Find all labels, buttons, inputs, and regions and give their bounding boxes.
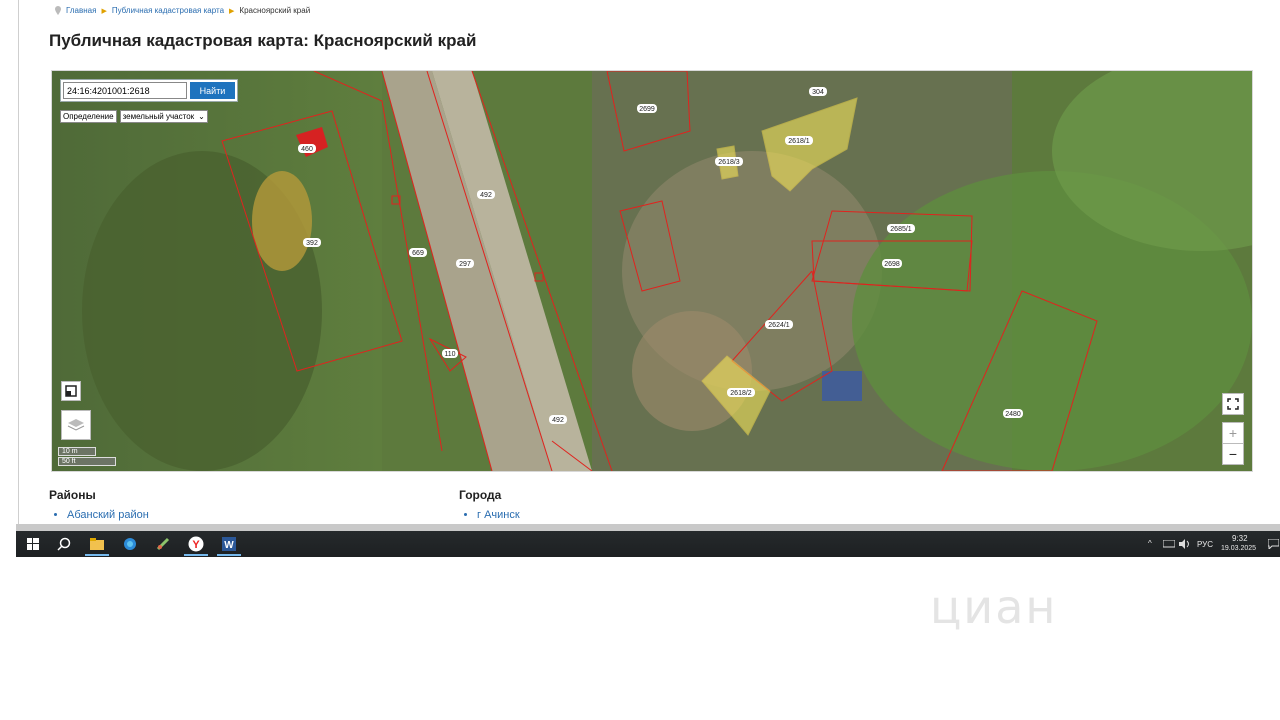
definition-label: Определение — [60, 110, 117, 123]
tray-chevron-up-icon[interactable]: ^ — [1148, 539, 1152, 548]
svg-text:2699: 2699 — [639, 106, 655, 113]
list-item[interactable]: г Ачинск — [477, 509, 520, 521]
edge-button[interactable] — [121, 535, 139, 553]
svg-text:492: 492 — [480, 192, 492, 199]
parcel-label[interactable]: 110 — [442, 349, 458, 358]
definition-value: земельный участок — [122, 112, 195, 121]
districts-heading: Районы — [49, 488, 96, 502]
svg-text:304: 304 — [812, 89, 824, 96]
parcel-label[interactable]: 2618/3 — [715, 157, 743, 166]
parcel-label[interactable]: 2699 — [637, 104, 657, 113]
parcel-label[interactable]: 492 — [549, 415, 567, 424]
yandex-browser-button[interactable]: Y — [187, 535, 205, 553]
volume-icon[interactable] — [1178, 539, 1192, 549]
clock-date[interactable]: 19.03.2025 — [1221, 545, 1256, 552]
districts-list: Абанский район — [49, 509, 149, 521]
windows-logo-icon — [27, 538, 39, 550]
word-button[interactable]: W — [220, 535, 238, 553]
definition-select[interactable]: земельный участок ⌄ — [119, 110, 208, 123]
scale-meters: 10 m — [58, 447, 96, 456]
parcel-label[interactable]: 2685/1 — [887, 224, 915, 233]
breadcrumb: Главная ▶ Публичная кадастровая карта ▶ … — [55, 6, 310, 15]
svg-text:Y: Y — [192, 539, 200, 551]
svg-text:110: 110 — [444, 351, 455, 358]
parcel-label[interactable]: 460 — [298, 144, 316, 153]
folder-icon — [90, 538, 104, 550]
breadcrumb-current: Красноярский край — [239, 6, 311, 15]
chevron-right-icon: ▶ — [229, 7, 235, 15]
svg-text:460: 460 — [301, 146, 313, 153]
page-container: Главная ▶ Публичная кадастровая карта ▶ … — [18, 0, 1280, 524]
scale-feet: 50 ft — [58, 457, 116, 466]
file-explorer-button[interactable] — [88, 535, 106, 553]
network-icon[interactable] — [1163, 540, 1175, 549]
parcel-label[interactable]: 2618/2 — [727, 388, 755, 397]
parcel-label[interactable]: 669 — [409, 248, 427, 257]
measure-tool-button[interactable] — [61, 381, 81, 401]
zoom-in-button[interactable]: + — [1222, 422, 1244, 444]
cities-list: г Ачинск — [459, 509, 520, 521]
paint-button[interactable] — [154, 535, 172, 553]
layers-icon — [67, 419, 85, 431]
parcel-label[interactable]: 492 — [477, 190, 495, 199]
parcel-label[interactable]: 297 — [456, 259, 474, 268]
clock-time[interactable]: 9:32 — [1232, 534, 1248, 543]
parcel-label[interactable]: 2624/1 — [765, 320, 793, 329]
map-canvas[interactable]: 2699 304 2618/1 2618/3 492 392 669 297 2… — [52, 71, 1252, 471]
notifications-icon[interactable] — [1268, 539, 1279, 549]
active-indicator — [217, 554, 241, 556]
svg-text:2685/1: 2685/1 — [890, 226, 912, 233]
chevron-down-icon: ⌄ — [198, 112, 205, 121]
map-scale: 10 m 50 ft — [58, 447, 116, 467]
watermark-logo: циан — [930, 580, 1058, 634]
search-icon — [57, 537, 71, 551]
parcel-label[interactable]: 392 — [303, 238, 321, 247]
parcel-label[interactable]: 304 — [809, 87, 827, 96]
active-indicator — [184, 554, 208, 556]
svg-text:W: W — [224, 540, 234, 551]
svg-text:2618/3: 2618/3 — [718, 159, 740, 166]
paint-icon — [156, 537, 170, 551]
svg-text:669: 669 — [412, 250, 424, 257]
ruler-icon — [65, 385, 77, 397]
svg-text:2480: 2480 — [1005, 411, 1021, 418]
svg-text:392: 392 — [306, 240, 318, 247]
fullscreen-button[interactable] — [1222, 393, 1244, 415]
breadcrumb-cadastral-map[interactable]: Публичная кадастровая карта — [112, 6, 224, 15]
parcel-label[interactable]: 2480 — [1003, 409, 1023, 418]
active-indicator — [85, 554, 109, 556]
svg-text:2624/1: 2624/1 — [768, 322, 790, 329]
cadastral-map[interactable]: 2699 304 2618/1 2618/3 492 392 669 297 2… — [51, 70, 1253, 472]
edge-icon — [124, 538, 136, 550]
fullscreen-icon — [1227, 398, 1239, 410]
svg-text:492: 492 — [552, 417, 564, 424]
yandex-icon: Y — [188, 536, 204, 552]
page-title: Публичная кадастровая карта: Красноярски… — [49, 31, 477, 50]
svg-text:2618/1: 2618/1 — [788, 138, 810, 145]
parcel-label[interactable]: 2618/1 — [785, 136, 813, 145]
list-item[interactable]: Абанский район — [67, 509, 149, 521]
breadcrumb-home[interactable]: Главная — [66, 6, 96, 15]
svg-text:2698: 2698 — [884, 261, 900, 268]
layers-button[interactable] — [61, 410, 91, 440]
start-button[interactable] — [24, 535, 42, 553]
zoom-out-button[interactable]: − — [1222, 443, 1244, 465]
cities-heading: Города — [459, 488, 502, 502]
windows-taskbar: Y W ^ РУС 9:32 19.03.2025 — [16, 531, 1280, 557]
cadastral-number-input[interactable] — [63, 82, 187, 99]
svg-text:297: 297 — [459, 261, 471, 268]
location-pin-icon — [55, 6, 61, 15]
search-button[interactable] — [55, 535, 73, 553]
keyboard-language[interactable]: РУС — [1197, 540, 1213, 549]
cadastral-search: Найти — [60, 79, 238, 102]
svg-text:2618/2: 2618/2 — [730, 390, 752, 397]
word-icon: W — [222, 537, 236, 551]
find-button[interactable]: Найти — [190, 82, 235, 99]
chevron-right-icon: ▶ — [101, 7, 107, 15]
parcel-label[interactable]: 2698 — [882, 259, 902, 268]
window-edge — [16, 524, 1280, 531]
definition-row: Определение земельный участок ⌄ — [60, 110, 208, 123]
